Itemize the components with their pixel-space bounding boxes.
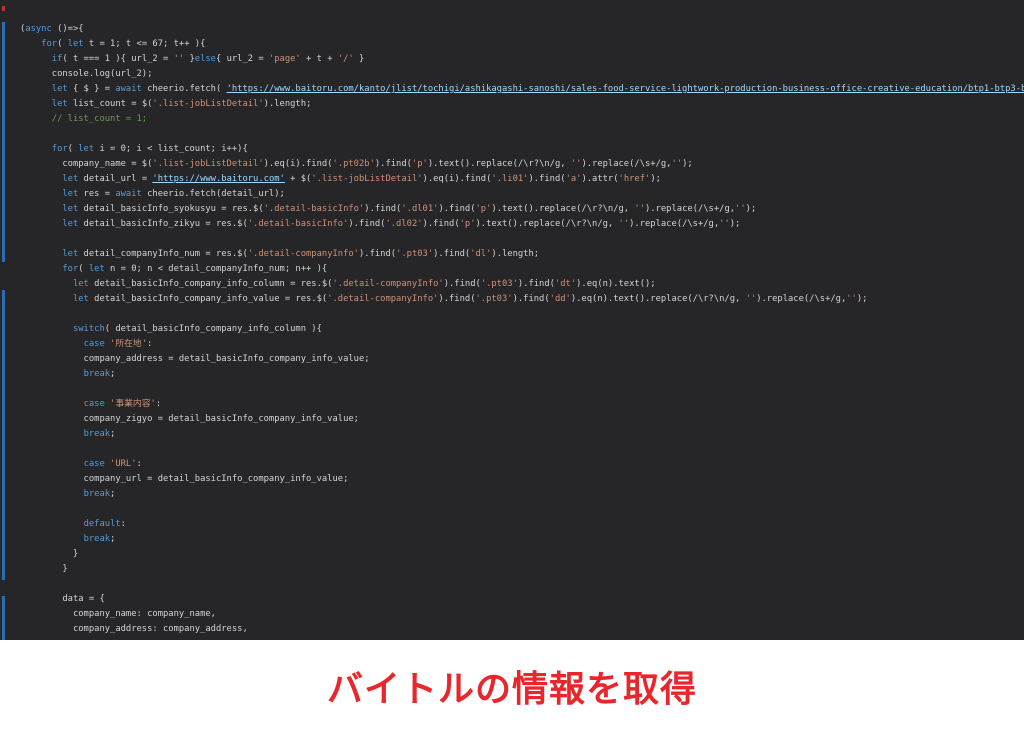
code-line[interactable]: for( let t = 1; t <= 67; t++ ){ xyxy=(20,37,1024,52)
code-line[interactable]: (async ()=>{ xyxy=(20,22,1024,37)
code-line[interactable]: company_zigyo = detail_basicInfo_company… xyxy=(20,412,1024,427)
code-line[interactable]: let { $ } = await cheerio.fetch( 'https:… xyxy=(20,82,1024,97)
code-line[interactable] xyxy=(20,442,1024,457)
code-line[interactable]: for( let n = 0; n < detail_companyInfo_n… xyxy=(20,262,1024,277)
code-line[interactable]: case '事業内容': xyxy=(20,397,1024,412)
code-line[interactable]: case 'URL': xyxy=(20,457,1024,472)
code-line[interactable]: let detail_basicInfo_syokusyu = res.$('.… xyxy=(20,202,1024,217)
code-line[interactable]: company_name: company_name, xyxy=(20,607,1024,622)
code-content[interactable]: (async ()=>{ for( let t = 1; t <= 67; t+… xyxy=(20,22,1024,637)
gutter-marker xyxy=(2,6,5,11)
code-line[interactable]: let detail_basicInfo_zikyu = res.$('.det… xyxy=(20,217,1024,232)
code-line[interactable]: let detail_basicInfo_company_info_column… xyxy=(20,277,1024,292)
code-line[interactable]: default: xyxy=(20,517,1024,532)
code-line[interactable]: switch( detail_basicInfo_company_info_co… xyxy=(20,322,1024,337)
code-line[interactable]: data = { xyxy=(20,592,1024,607)
code-line[interactable]: let detail_basicInfo_company_info_value … xyxy=(20,292,1024,307)
code-line[interactable]: break; xyxy=(20,427,1024,442)
code-line[interactable] xyxy=(20,307,1024,322)
code-line[interactable]: company_address = detail_basicInfo_compa… xyxy=(20,352,1024,367)
gutter-change-bar xyxy=(2,290,5,580)
code-line[interactable]: case '所在地': xyxy=(20,337,1024,352)
code-line[interactable]: for( let i = 0; i < list_count; i++){ xyxy=(20,142,1024,157)
code-line[interactable]: let list_count = $('.list-jobListDetail'… xyxy=(20,97,1024,112)
editor-gutter xyxy=(0,0,8,640)
code-line[interactable]: break; xyxy=(20,487,1024,502)
gutter-change-bar xyxy=(2,596,5,640)
code-editor[interactable]: (async ()=>{ for( let t = 1; t <= 67; t+… xyxy=(0,0,1024,640)
code-line[interactable]: break; xyxy=(20,367,1024,382)
code-line[interactable]: company_name = $('.list-jobListDetail').… xyxy=(20,157,1024,172)
gutter-change-bar xyxy=(2,22,5,262)
code-line[interactable]: company_url = detail_basicInfo_company_i… xyxy=(20,472,1024,487)
code-line[interactable]: if( t === 1 ){ url_2 = '' }else{ url_2 =… xyxy=(20,52,1024,67)
code-line[interactable]: company_address: company_address, xyxy=(20,622,1024,637)
code-line[interactable]: let res = await cheerio.fetch(detail_url… xyxy=(20,187,1024,202)
code-line[interactable]: let detail_companyInfo_num = res.$('.det… xyxy=(20,247,1024,262)
code-line[interactable] xyxy=(20,502,1024,517)
code-line[interactable] xyxy=(20,382,1024,397)
code-line[interactable]: // list_count = 1; xyxy=(20,112,1024,127)
code-line[interactable] xyxy=(20,232,1024,247)
code-line[interactable]: break; xyxy=(20,532,1024,547)
code-line[interactable]: console.log(url_2); xyxy=(20,67,1024,82)
code-line[interactable] xyxy=(20,127,1024,142)
slide-caption: バイトルの情報を取得 xyxy=(326,669,697,710)
code-line[interactable]: let detail_url = 'https://www.baitoru.co… xyxy=(20,172,1024,187)
code-line[interactable]: } xyxy=(20,547,1024,562)
code-line[interactable] xyxy=(20,577,1024,592)
code-line[interactable]: } xyxy=(20,562,1024,577)
